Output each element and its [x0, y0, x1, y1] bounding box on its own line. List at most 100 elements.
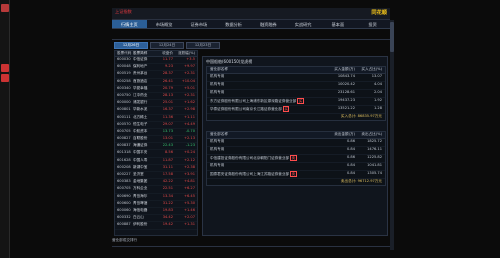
- amount: 13521.22: [337, 106, 355, 110]
- cell-change: +6.27: [183, 186, 195, 191]
- table-row[interactable]: 600750 江中药业 28.13 +2.31: [115, 92, 197, 101]
- list-item[interactable]: 机构专用 10843.74 13.07: [207, 74, 385, 82]
- table-row[interactable]: 600048 保利地产 9.23 +9.97: [115, 64, 197, 72]
- cell-price: 29.07: [162, 121, 173, 126]
- nav-item-market[interactable]: 市场概览: [147, 20, 182, 28]
- cell-change: +9.97: [183, 64, 195, 69]
- bottom-divider: [112, 246, 390, 247]
- list-item[interactable]: 机构专用 23128.61 2.04: [207, 90, 385, 98]
- list-item[interactable]: 东方证券股份有限公司上海浦东新区源深路证券营业部买 19437.23 1.92: [207, 98, 385, 106]
- list-item[interactable]: 国泰君安证券股份有限公司上海江苏路证券营业部卖 0.84 1305.74: [207, 171, 385, 179]
- percent: 1305.74: [367, 171, 382, 175]
- app-title: 上证指数: [115, 9, 132, 14]
- branch-name-text: 国泰君安证券股份有限公司上海江苏路证券营业部: [210, 172, 290, 176]
- table-row[interactable]: 600383 金地集团 42.22 +4.81: [115, 179, 197, 187]
- cell-name: 白云山: [133, 215, 144, 220]
- cell-code: 601318: [117, 150, 131, 155]
- cell-price: 25.01: [162, 100, 173, 105]
- buy-header: 营业部名称 买入金额(万) 买入占比(%): [207, 67, 385, 74]
- branch-name: 华泰证券股份有限公司南京长江路证券营业部买: [207, 106, 323, 113]
- nav-item-data[interactable]: 数据分析: [216, 20, 251, 28]
- list-item[interactable]: 机构专用 10020.42 4.04: [207, 82, 385, 90]
- list-item[interactable]: 机构专用 0.86 1825.72: [207, 139, 385, 147]
- cell-change: +2.38: [183, 164, 195, 169]
- cell-price: 16.37: [162, 107, 173, 112]
- table-row[interactable]: 600258 首旅酒店 26.41 +10.04: [115, 79, 197, 86]
- sell-header-name: 营业部名称: [210, 132, 228, 136]
- date-tabs: 12月26日 12月24日 12月23日: [114, 42, 220, 49]
- cell-price: 13.34: [162, 193, 173, 198]
- amount: 0.84: [346, 147, 355, 151]
- sell-total: 卖出总计: 96712.97万元: [340, 179, 382, 183]
- nav-item-invest[interactable]: 投资: [355, 20, 390, 28]
- list-item[interactable]: 机构专用 0.84 1476.11: [207, 147, 385, 155]
- tab-date-1[interactable]: 12月26日: [114, 42, 148, 49]
- tab-date-3[interactable]: 12月23日: [186, 42, 220, 49]
- cell-change: -0.70: [185, 128, 195, 133]
- cell-code: 600690: [117, 193, 131, 198]
- detail-panel: 中国船舶(600150)龙虎榜 营业部名称 买入金额(万) 买入占比(%) 机构…: [202, 56, 388, 236]
- nav-item-margin[interactable]: 融资融券: [251, 20, 286, 28]
- table-row[interactable]: 600208 新湖中宝 31.11 +2.38: [115, 165, 197, 172]
- table-row[interactable]: 600030 中信证券 11.77 +3.5: [115, 57, 197, 65]
- cell-price: 13.73: [162, 128, 173, 133]
- cell-change: +1.11: [183, 114, 195, 119]
- table-row[interactable]: 600837 海通证券 22.43 -1.23: [115, 143, 197, 151]
- buy-header-name: 营业部名称: [210, 67, 228, 71]
- list-item[interactable]: 华泰证券股份有限公司南京长江路证券营业部买 13521.22 1.28: [207, 106, 385, 114]
- table-row[interactable]: 600060 海信电器 19.83 +1.46: [115, 208, 197, 216]
- cell-code: 600340: [117, 85, 131, 90]
- branch-name: 机构专用: [207, 90, 323, 97]
- list-item[interactable]: 中信建投证券股份有限公司北京朝阳门证券营业部卖 0.86 1225.82: [207, 155, 385, 163]
- cell-name: 浦发银行: [133, 100, 148, 105]
- cell-change: +2.12: [183, 157, 195, 162]
- table-row[interactable]: 600332 白云山 34.42 +2.07: [115, 215, 197, 223]
- percent: 4.04: [373, 82, 382, 86]
- percent: 1476.11: [367, 147, 382, 151]
- amount: 0.84: [346, 171, 355, 175]
- table-row[interactable]: 600000 浦发银行 25.01 +1.62: [115, 100, 197, 108]
- table-row[interactable]: 600570 恒生电子 29.07 +4.49: [115, 122, 197, 129]
- cell-name: 北方稀土: [133, 114, 148, 119]
- table-row[interactable]: 600705 中航资本 13.73 -0.70: [115, 128, 197, 137]
- tab-date-2[interactable]: 12月24日: [150, 42, 184, 49]
- cell-change: +2.13: [183, 136, 195, 141]
- cell-price: 31.11: [162, 164, 173, 169]
- table-row[interactable]: 601628 中国人寿 11.87 +2.12: [115, 158, 197, 165]
- table-row[interactable]: 600600 青岛啤酒 31.22 +5.30: [115, 201, 197, 208]
- cell-code: 600705: [117, 186, 131, 191]
- cell-change: +4.81: [183, 179, 195, 184]
- cell-price: 28.13: [162, 92, 173, 97]
- cell-code: 600030: [117, 57, 131, 61]
- list-item[interactable]: 机构专用 0.84 1041.81: [207, 163, 385, 171]
- table-row[interactable]: 601318 中国平安 8.56 +0.24: [115, 150, 197, 158]
- header-price: 收盘价: [162, 51, 173, 55]
- table-row[interactable]: 600801 华新水泥 16.37 +2.98: [115, 107, 197, 115]
- table-row[interactable]: 600340 华夏幸福 20.79 +5.01: [115, 86, 197, 93]
- table-row[interactable]: 600827 百联股份 13.01 +2.13: [115, 136, 197, 144]
- buy-header-amount: 买入金额(万): [334, 67, 355, 71]
- cell-change: +0.24: [183, 150, 195, 155]
- tab-marker-icon[interactable]: [1, 64, 9, 72]
- tab-marker-icon[interactable]: [1, 4, 9, 12]
- nav-item-securities[interactable]: 证券市场: [182, 20, 217, 28]
- table-row[interactable]: 600227 圣济堂 17.58 +3.91: [115, 172, 197, 180]
- nav-item-fundamentals[interactable]: 基本面: [321, 20, 356, 28]
- nav-item-home[interactable]: 行情主页: [112, 20, 147, 28]
- cell-code: 600837: [117, 143, 131, 148]
- table-row[interactable]: 600111 北方稀土 11.36 +1.11: [115, 115, 197, 122]
- cell-name: 中航资本: [133, 128, 148, 133]
- cell-change: -1.23: [185, 143, 195, 148]
- table-row[interactable]: 600887 伊利股份 19.42 +1.31: [115, 222, 197, 230]
- table-row[interactable]: 600519 贵州茅台 28.37 +2.31: [115, 71, 197, 79]
- cell-code: 600570: [117, 121, 131, 126]
- branch-name-text: 机构专用: [210, 74, 225, 78]
- tab-marker-icon[interactable]: [1, 74, 9, 82]
- amount: 19437.23: [337, 98, 355, 102]
- nav-item-research[interactable]: 实战研究: [286, 20, 321, 28]
- table-row[interactable]: 600705 万科企业 22.51 +6.27: [115, 186, 197, 194]
- cell-name: 江中药业: [133, 92, 148, 97]
- table-row[interactable]: 600690 青岛海尔 13.34 +6.45: [115, 194, 197, 201]
- vertical-scrollbar[interactable]: [390, 20, 394, 250]
- scrollbar-thumb[interactable]: [390, 22, 394, 52]
